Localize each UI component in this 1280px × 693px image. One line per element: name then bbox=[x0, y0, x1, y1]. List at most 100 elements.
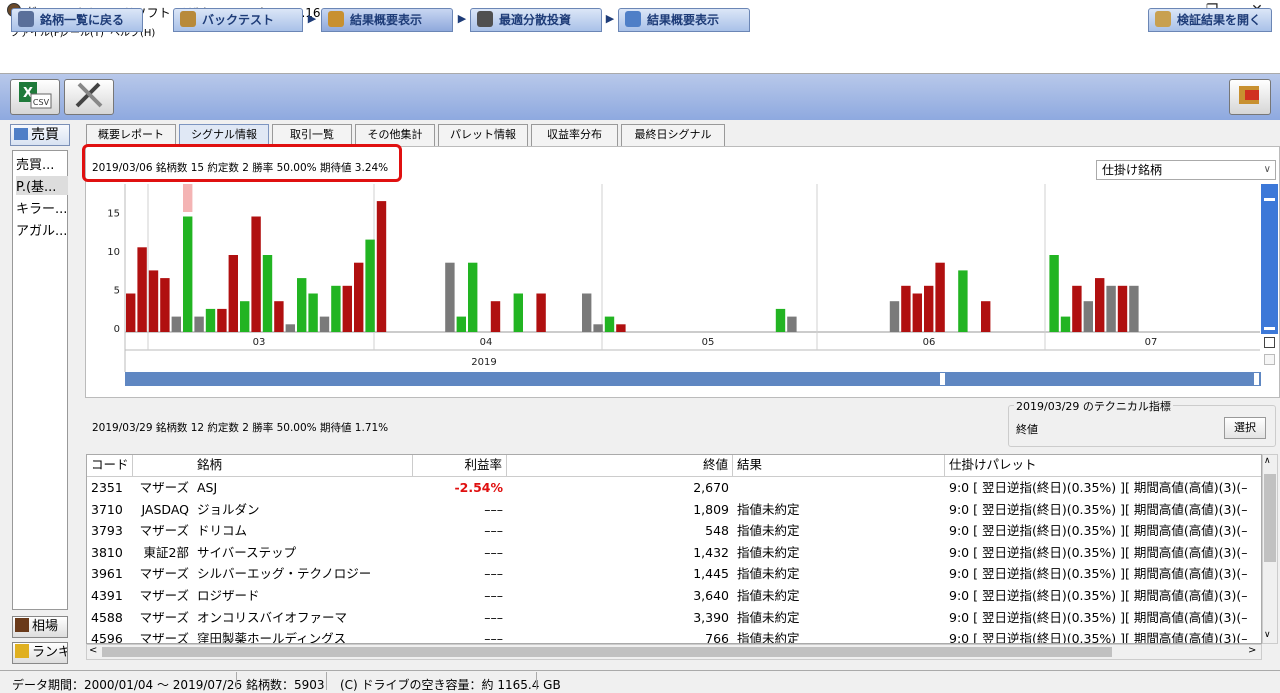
tab-signal-info[interactable]: シグナル情報 bbox=[179, 124, 269, 146]
cell-name: オンコリスバイオファーマ bbox=[197, 609, 348, 625]
tab-result-summary-2[interactable]: 結果概要表示 bbox=[618, 8, 750, 32]
cell-code: 4596 bbox=[91, 631, 123, 644]
tab-return-distribution[interactable]: 収益率分布 bbox=[531, 124, 618, 146]
tools-button[interactable] bbox=[64, 79, 114, 115]
day-summary: 2019/03/29 銘柄数 12 約定数 2 勝率 50.00% 期待値 1.… bbox=[92, 422, 389, 434]
cell-result: 指値未約定 bbox=[737, 588, 800, 603]
table-row[interactable]: 4588 マザーズ オンコリスバイオファーマ ––– 3,390 指値未約定 9:0 [ 翌… bbox=[87, 607, 1261, 629]
chart-bar bbox=[1117, 285, 1128, 332]
sidebar-header[interactable]: 売買 bbox=[10, 124, 70, 146]
chart-bar bbox=[171, 316, 181, 332]
ranking-button[interactable]: ランキ bbox=[12, 642, 68, 664]
chart-bar bbox=[228, 255, 238, 332]
chart-bar bbox=[1060, 316, 1071, 332]
table-row[interactable]: 3961 マザーズ シルバーエッグ・テクノロジー ––– 1,445 指値未約定 9:0 [… bbox=[87, 563, 1261, 585]
table-row[interactable]: 2351 マザーズ ASJ -2.54% 2,670 9:0 [ 翌日逆指(終日)(0.3… bbox=[87, 477, 1261, 499]
chart-bar bbox=[1049, 255, 1059, 332]
sidebar-item[interactable]: 売買... bbox=[16, 154, 68, 173]
status-data-period: データ期間：2000/01/04 〜 2019/07/26 bbox=[12, 678, 242, 692]
close-results-button[interactable] bbox=[1229, 79, 1271, 115]
col-header-return[interactable]: 利益率 bbox=[413, 455, 507, 477]
cell-result: 指値未約定 bbox=[737, 501, 800, 517]
arrow-icon: ▶ bbox=[307, 12, 317, 25]
chart-checkbox[interactable] bbox=[1264, 337, 1275, 348]
tab-result-summary[interactable]: 結果概要表示 bbox=[321, 8, 453, 32]
cell-code: 3961 bbox=[91, 566, 123, 582]
tab-back-to-list[interactable]: 銘柄一覧に戻る bbox=[11, 8, 143, 32]
cell-palette: 9:0 [ 翌日逆指(終日)(0.35%) ][ 期間高値(高値)(3)(– bbox=[949, 588, 1248, 603]
signal-chart[interactable]: 15 10 5 0 03 04 05 06 07 2019 bbox=[86, 184, 1262, 372]
y-tick-label: 10 bbox=[107, 247, 120, 258]
tab-last-day-signal[interactable]: 最終日シグナル bbox=[621, 124, 725, 146]
eye-icon bbox=[18, 11, 34, 27]
technical-title: 2019/03/29 のテクニカル指標 bbox=[1014, 398, 1173, 414]
scroll-down-icon[interactable]: ∨ bbox=[1264, 630, 1271, 640]
scroll-left-icon[interactable]: < bbox=[89, 645, 97, 656]
chart-bar bbox=[365, 239, 375, 332]
cell-code: 3710 bbox=[91, 501, 123, 517]
vscroll-handle-top[interactable] bbox=[1264, 198, 1275, 201]
chart-bar bbox=[205, 308, 216, 332]
col-header-palette[interactable]: 仕掛けパレット bbox=[945, 455, 1261, 477]
col-header-code[interactable]: コード bbox=[87, 455, 133, 477]
status-stock-count: 銘柄数：5903 bbox=[246, 678, 325, 692]
chart-range-bar[interactable] bbox=[125, 372, 1261, 386]
signal-type-select[interactable]: 仕掛け銘柄 ∨ bbox=[1096, 160, 1276, 180]
chart-bar bbox=[137, 247, 147, 332]
tab-backtest[interactable]: バックテスト bbox=[173, 8, 303, 32]
cell-code: 4391 bbox=[91, 588, 123, 603]
col-header-result[interactable]: 結果 bbox=[733, 455, 945, 477]
sidebar-item[interactable]: アガル... bbox=[16, 220, 68, 239]
chart-bar bbox=[217, 308, 227, 332]
csv-icon: XCSV bbox=[19, 82, 52, 109]
sidebar-item[interactable]: P.(基... bbox=[16, 176, 68, 195]
tab-other-stats[interactable]: その他集計 bbox=[355, 124, 435, 146]
chart-checkbox-2[interactable] bbox=[1264, 354, 1275, 365]
tab-optimal-diversification[interactable]: 最適分散投資 bbox=[470, 8, 602, 32]
table-hscroll-thumb[interactable] bbox=[102, 647, 1112, 657]
chart-bar bbox=[490, 301, 501, 332]
chart-bar bbox=[593, 324, 603, 332]
tab-overview-report[interactable]: 概要レポート bbox=[86, 124, 176, 146]
open-results-button[interactable]: 検証結果を開く bbox=[1148, 8, 1272, 32]
chart-bar bbox=[468, 262, 478, 332]
col-header-name[interactable]: 銘柄 bbox=[193, 455, 413, 477]
highlight-box bbox=[82, 144, 402, 182]
chart-bar bbox=[319, 316, 330, 332]
chart-bar bbox=[183, 216, 193, 332]
x-month-label: 03 bbox=[253, 337, 266, 348]
y-tick-label: 0 bbox=[114, 324, 120, 335]
table-row[interactable]: 4596 マザーズ 窪田製薬ホールディングス ––– 766 指値未約定 9:0 [ 翌日逆… bbox=[87, 628, 1261, 644]
table-row[interactable]: 4391 マザーズ ロジザード ––– 3,640 指値未約定 9:0 [ 翌日逆指(終日)… bbox=[87, 585, 1261, 607]
cell-close: 1,445 bbox=[693, 566, 729, 582]
vscroll-handle-bottom[interactable] bbox=[1264, 327, 1275, 330]
market-button[interactable]: 相場 bbox=[12, 616, 68, 638]
cell-return: ––– bbox=[484, 544, 503, 560]
cell-code: 3793 bbox=[91, 523, 123, 539]
scroll-up-icon[interactable]: ∧ bbox=[1264, 456, 1271, 466]
chart-vertical-scroll[interactable] bbox=[1261, 184, 1278, 334]
table-row[interactable]: 3810 東証2部 サイバーステップ ––– 1,432 指値未約定 9:0 [ 翌日逆指(… bbox=[87, 542, 1261, 564]
chart-bar bbox=[958, 270, 968, 332]
cell-name: 窪田製薬ホールディングス bbox=[197, 631, 347, 644]
select-indicator-button[interactable]: 選択 bbox=[1224, 417, 1266, 439]
chart-bar bbox=[262, 255, 273, 332]
col-header-close[interactable]: 終値 bbox=[507, 455, 733, 477]
table-vscroll-thumb[interactable] bbox=[1264, 474, 1276, 562]
export-csv-button[interactable]: X CSV bbox=[10, 79, 60, 115]
cell-market: マザーズ bbox=[139, 566, 189, 582]
range-handle-right[interactable] bbox=[1254, 373, 1259, 385]
sidebar-item[interactable]: キラー... bbox=[16, 198, 68, 217]
scroll-right-icon[interactable]: > bbox=[1248, 645, 1256, 656]
tab-trade-list[interactable]: 取引一覧 bbox=[272, 124, 352, 146]
status-separator bbox=[236, 672, 237, 690]
cell-market: マザーズ bbox=[139, 588, 189, 603]
cell-result: 指値未約定 bbox=[737, 544, 800, 560]
market-label: 相場 bbox=[32, 619, 59, 634]
chart-bar bbox=[981, 301, 991, 332]
table-row[interactable]: 3793 マザーズ ドリコム ––– 548 指値未約定 9:0 [ 翌日逆指(終日)(0.… bbox=[87, 520, 1261, 542]
cell-market: マザーズ bbox=[139, 523, 189, 539]
range-handle-left[interactable] bbox=[940, 373, 945, 385]
tab-palette-info[interactable]: パレット情報 bbox=[438, 124, 528, 146]
table-row[interactable]: 3710 JASDAQ ジョルダン ––– 1,809 指値未約定 9:0 [ 翌日逆指(終… bbox=[87, 499, 1261, 521]
